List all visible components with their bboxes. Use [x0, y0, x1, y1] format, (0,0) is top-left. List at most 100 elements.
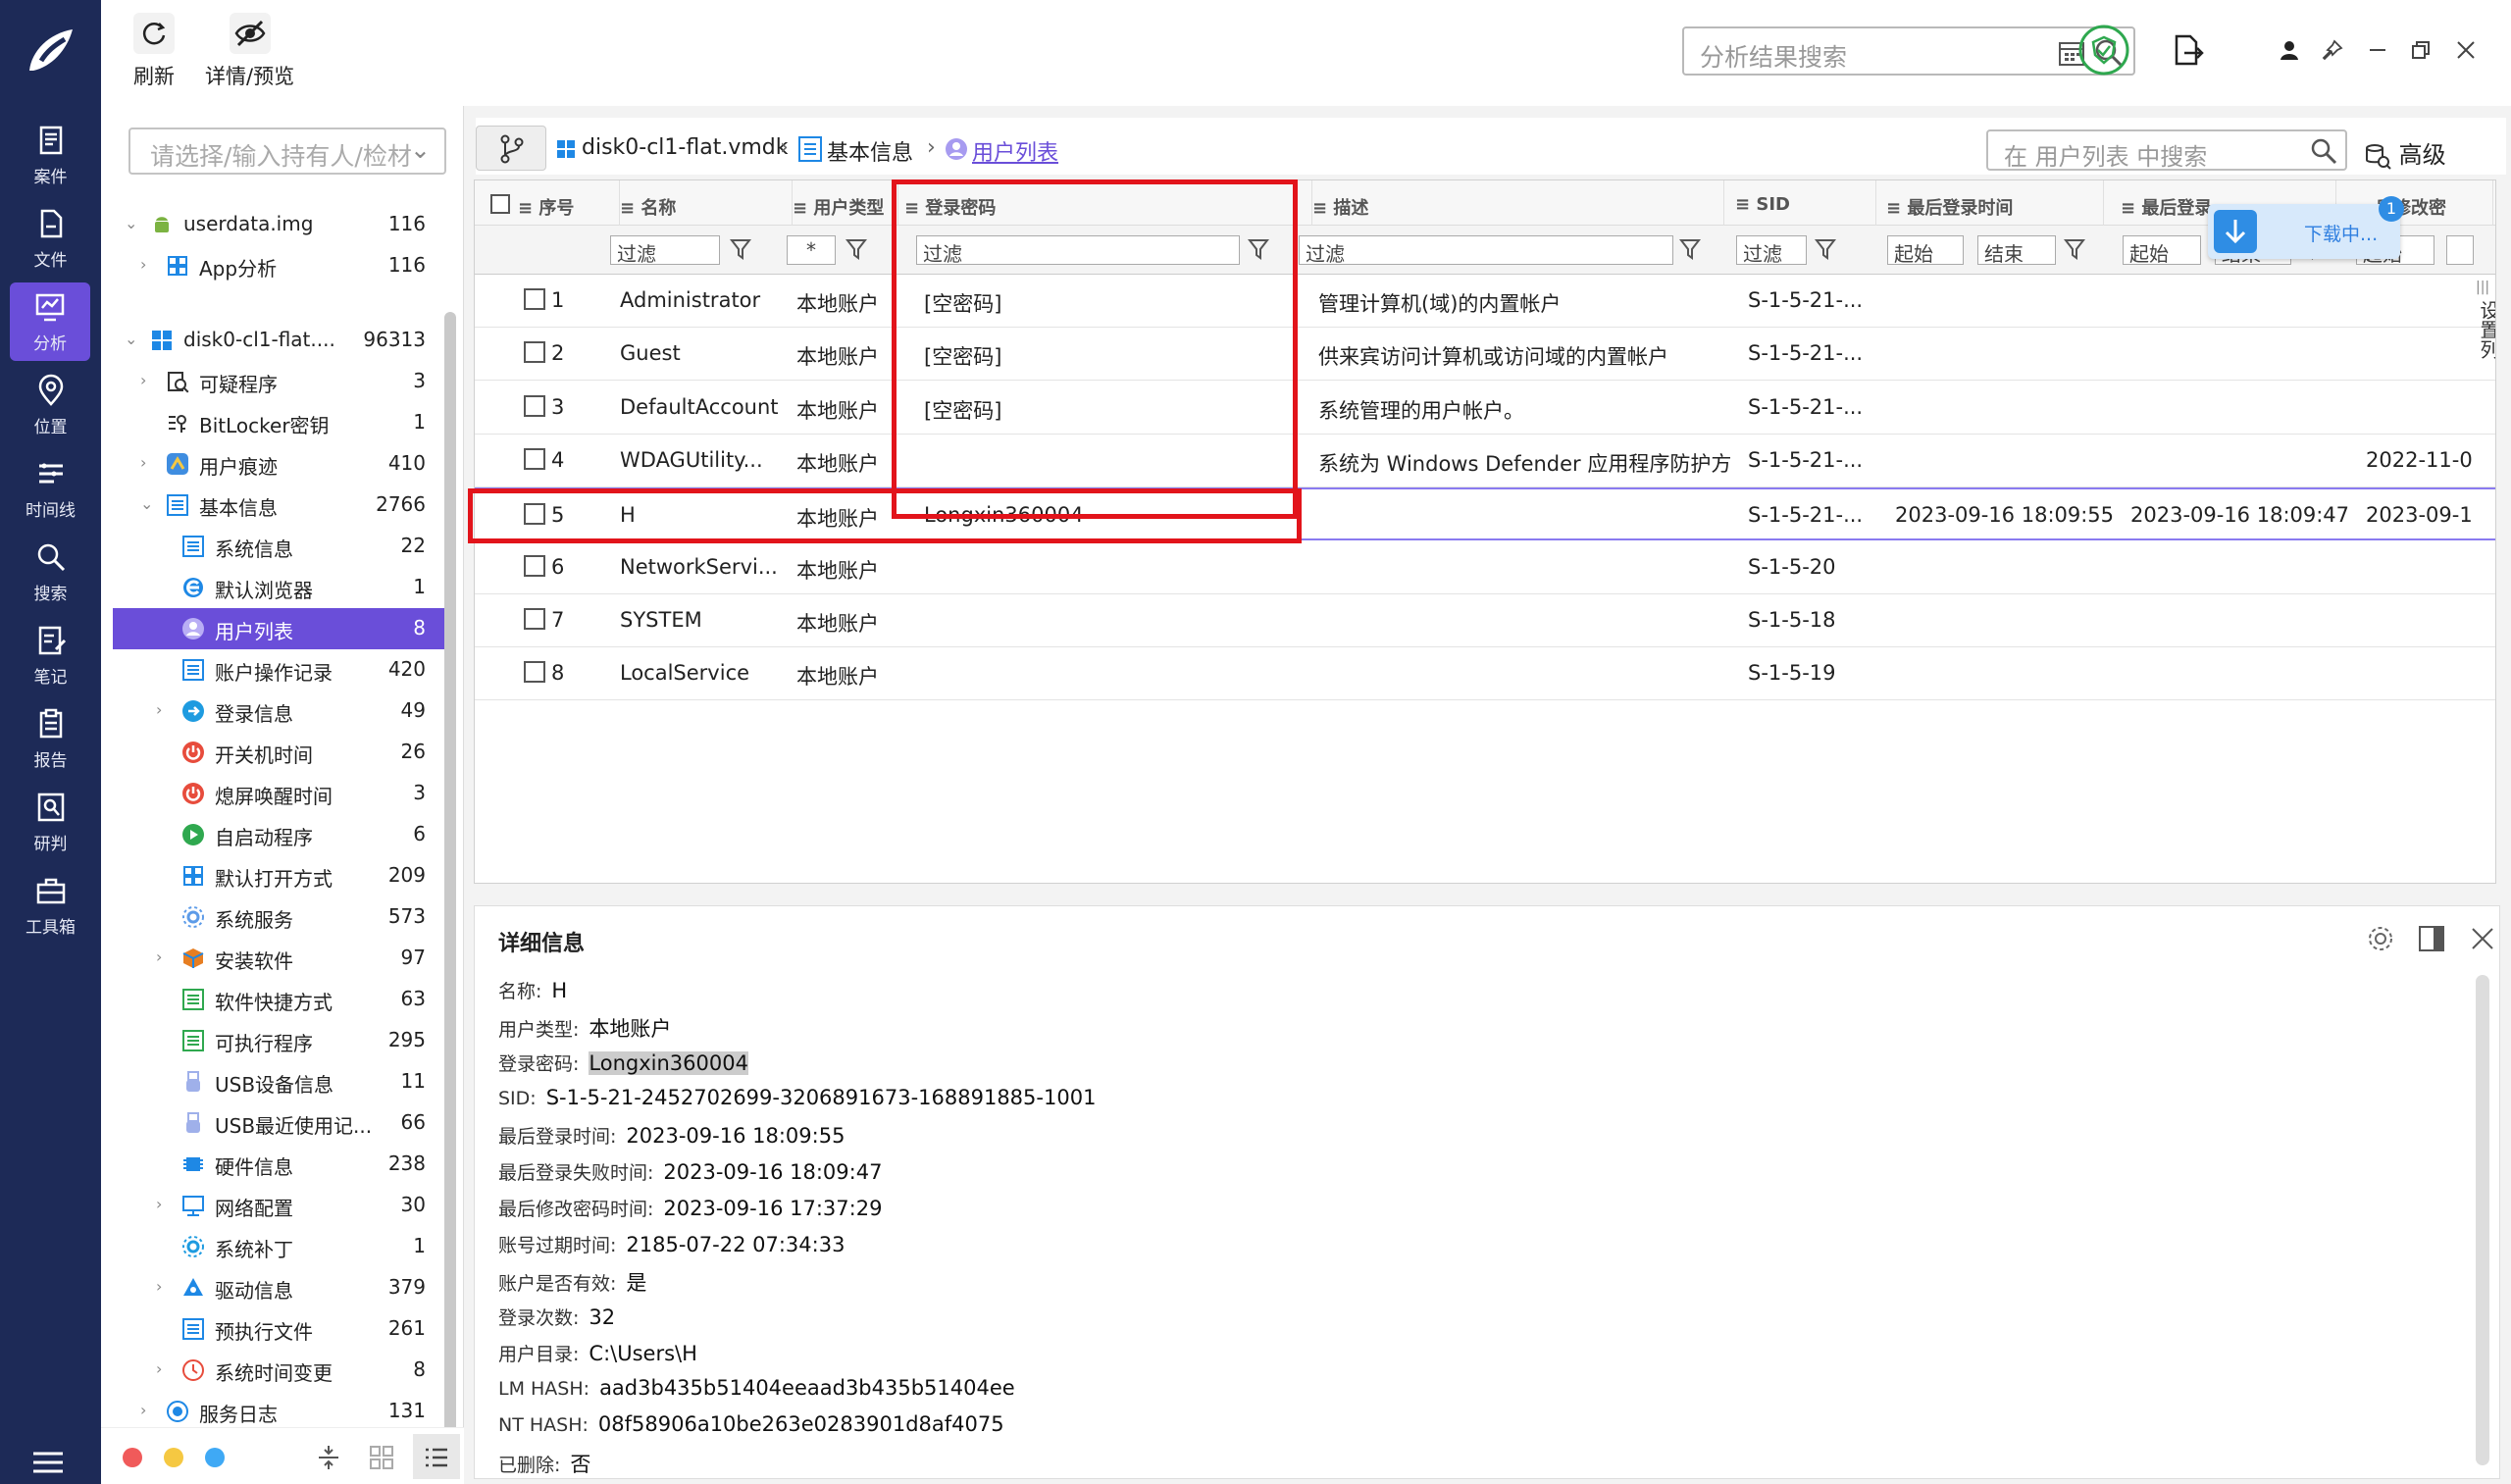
- desc-filter-input[interactable]: 过滤: [1299, 235, 1673, 265]
- nav-item-judge[interactable]: 研判: [0, 783, 101, 861]
- breadcrumb-current[interactable]: 用户列表: [972, 135, 1058, 167]
- tree-item[interactable]: 可执行程序 295: [113, 1020, 451, 1061]
- shield-check-icon[interactable]: [2077, 24, 2130, 77]
- list-search-input[interactable]: 在 用户列表 中搜索: [1986, 129, 2347, 171]
- tree-item[interactable]: › 驱动信息 379: [113, 1267, 451, 1308]
- row-checkbox[interactable]: [524, 661, 545, 684]
- branch-button[interactable]: [476, 126, 546, 171]
- login-end-input[interactable]: 结束: [1977, 235, 2056, 265]
- tree-item[interactable]: › 服务日志 131: [113, 1391, 451, 1432]
- login-start-input[interactable]: 起始: [1887, 235, 1964, 265]
- tree-item[interactable]: ⌄ 基本信息 2766: [113, 485, 451, 526]
- tree-item[interactable]: 默认浏览器 1: [113, 567, 451, 608]
- tree-item[interactable]: 软件快捷方式 63: [113, 979, 451, 1020]
- holder-select[interactable]: 请选择/输入持有人/检材 ⌄: [128, 128, 446, 175]
- tree-item[interactable]: 默认打开方式 209: [113, 855, 451, 896]
- nav-item-report[interactable]: 报告: [0, 699, 101, 778]
- collapse-all-icon[interactable]: [315, 1444, 342, 1471]
- chevron-right-icon[interactable]: ›: [156, 1195, 172, 1214]
- blue-dot-icon[interactable]: [205, 1448, 225, 1467]
- detail-value[interactable]: 2185-07-22 07:34:33: [626, 1233, 845, 1256]
- download-progress-panel[interactable]: 下载中...: [2208, 204, 2400, 259]
- row-checkbox[interactable]: [524, 554, 545, 577]
- table-row[interactable]: 6 NetworkServi... 本地账户 S-1-5-20: [475, 541, 2495, 594]
- detail-preview-button[interactable]: 详情/预览: [205, 12, 294, 90]
- tree-item[interactable]: 账户操作记录 420: [113, 649, 451, 691]
- tree-item[interactable]: 熄屏唤醒时间 3: [113, 773, 451, 814]
- chevron-right-icon[interactable]: ›: [156, 700, 172, 720]
- detail-value[interactable]: Longxin360004: [589, 1051, 748, 1075]
- nav-item-case[interactable]: 案件: [0, 116, 101, 194]
- chevron-right-icon[interactable]: ›: [140, 453, 156, 473]
- detail-value[interactable]: 否: [570, 1453, 590, 1476]
- column-name[interactable]: ≡ 名称: [620, 180, 793, 226]
- fail-start-input[interactable]: 起始: [2123, 235, 2201, 265]
- grid-view-icon[interactable]: [368, 1444, 395, 1471]
- table-row[interactable]: 7 SYSTEM 本地账户 S-1-5-18: [475, 594, 2495, 647]
- list-view-button[interactable]: [413, 1434, 460, 1479]
- download-button[interactable]: [2214, 210, 2257, 253]
- detail-value[interactable]: S-1-5-21-2452702699-3206891673-168891885…: [546, 1086, 1097, 1109]
- chevron-right-icon[interactable]: ›: [156, 1277, 172, 1297]
- yellow-dot-icon[interactable]: [164, 1448, 183, 1467]
- column-type[interactable]: ≡ 用户类型: [793, 180, 898, 226]
- name-filter-input[interactable]: 过滤: [610, 235, 720, 265]
- mod-end-input[interactable]: [2446, 235, 2474, 265]
- sidebar-scrollbar[interactable]: [444, 312, 456, 1479]
- nav-item-analysis[interactable]: 分析: [10, 282, 90, 361]
- tree-item[interactable]: 用户列表 8: [113, 608, 451, 649]
- tree-item[interactable]: › 登录信息 49: [113, 691, 451, 732]
- detail-value[interactable]: 2023-09-16 18:09:55: [626, 1124, 845, 1148]
- column-sid[interactable]: ≡ SID: [1735, 180, 1876, 226]
- detail-scrollbar[interactable]: [2476, 975, 2489, 1465]
- user-icon[interactable]: [2279, 39, 2300, 61]
- column-desc[interactable]: ≡ 描述: [1312, 180, 1724, 226]
- export-icon[interactable]: [2171, 33, 2204, 67]
- table-row[interactable]: 1 Administrator 本地账户 [空密码] 管理计算机(域)的内置帐户 S-1-…: [475, 275, 2495, 328]
- nav-item-search[interactable]: 搜索: [0, 533, 101, 611]
- gear-icon[interactable]: [2366, 924, 2395, 953]
- column-seq[interactable]: ≡ 序号: [518, 180, 620, 226]
- result-search-input[interactable]: 分析结果搜索: [1682, 26, 2135, 76]
- tree-item[interactable]: › 系统时间变更 8: [113, 1350, 451, 1391]
- search-icon[interactable]: [2310, 137, 2337, 165]
- detail-value[interactable]: 32: [589, 1305, 615, 1329]
- breadcrumb-disk[interactable]: disk0-cl1-flat.vmdk: [582, 135, 788, 160]
- detail-value[interactable]: C:\Users\H: [589, 1342, 697, 1365]
- nav-item-toolbox[interactable]: 工具箱: [0, 866, 101, 945]
- table-row[interactable]: 2 Guest 本地账户 [空密码] 供来宾访问计算机或访问域的内置帐户 S-1-5-21…: [475, 328, 2495, 382]
- chevron-down-icon[interactable]: ⌄: [140, 494, 156, 514]
- refresh-button[interactable]: 刷新: [132, 12, 176, 90]
- detail-value[interactable]: aad3b435b51404eeaad3b435b51404ee: [599, 1376, 1015, 1400]
- select-all-checkbox[interactable]: [490, 194, 510, 214]
- tree-item[interactable]: › 用户痕迹 410: [113, 443, 451, 485]
- tree-item[interactable]: BitLocker密钥 1: [113, 402, 451, 443]
- menu-icon[interactable]: [31, 1450, 65, 1475]
- row-checkbox[interactable]: [524, 341, 545, 364]
- detail-value[interactable]: H: [551, 979, 567, 1002]
- nav-item-location[interactable]: 位置: [0, 366, 101, 444]
- tree-item[interactable]: USB最近使用记... 66: [113, 1102, 451, 1144]
- chevron-right-icon[interactable]: ›: [156, 947, 172, 967]
- close-window-icon[interactable]: [2455, 39, 2477, 61]
- filter-icon[interactable]: [2064, 237, 2085, 261]
- nav-item-timeline[interactable]: 时间线: [0, 449, 101, 528]
- breadcrumb-basic-info[interactable]: 基本信息: [827, 135, 913, 167]
- tree-item[interactable]: USB设备信息 11: [113, 1061, 451, 1102]
- nav-item-file[interactable]: 文件: [0, 199, 101, 278]
- minimize-icon[interactable]: [2367, 39, 2388, 61]
- red-dot-icon[interactable]: [123, 1448, 142, 1467]
- chevron-right-icon[interactable]: ›: [156, 1359, 172, 1379]
- table-row[interactable]: 4 WDAGUtility... 本地账户 系统为 Windows Defender …: [475, 435, 2495, 487]
- restore-icon[interactable]: [2410, 39, 2432, 61]
- row-checkbox[interactable]: [524, 394, 545, 417]
- tree-item[interactable]: 自启动程序 6: [113, 814, 451, 855]
- detail-value[interactable]: 2023-09-16 17:37:29: [663, 1197, 882, 1220]
- table-row[interactable]: 3 DefaultAccount 本地账户 [空密码] 系统管理的用户帐户。 S-1-5-…: [475, 382, 2495, 435]
- detail-value[interactable]: 本地账户: [589, 1017, 671, 1041]
- chevron-down-icon[interactable]: ⌄: [125, 214, 140, 233]
- sid-filter-input[interactable]: 过滤: [1736, 235, 1807, 265]
- pin-icon[interactable]: [2322, 39, 2343, 61]
- filter-icon[interactable]: [1815, 237, 1836, 261]
- tree-item[interactable]: 硬件信息 238: [113, 1144, 451, 1185]
